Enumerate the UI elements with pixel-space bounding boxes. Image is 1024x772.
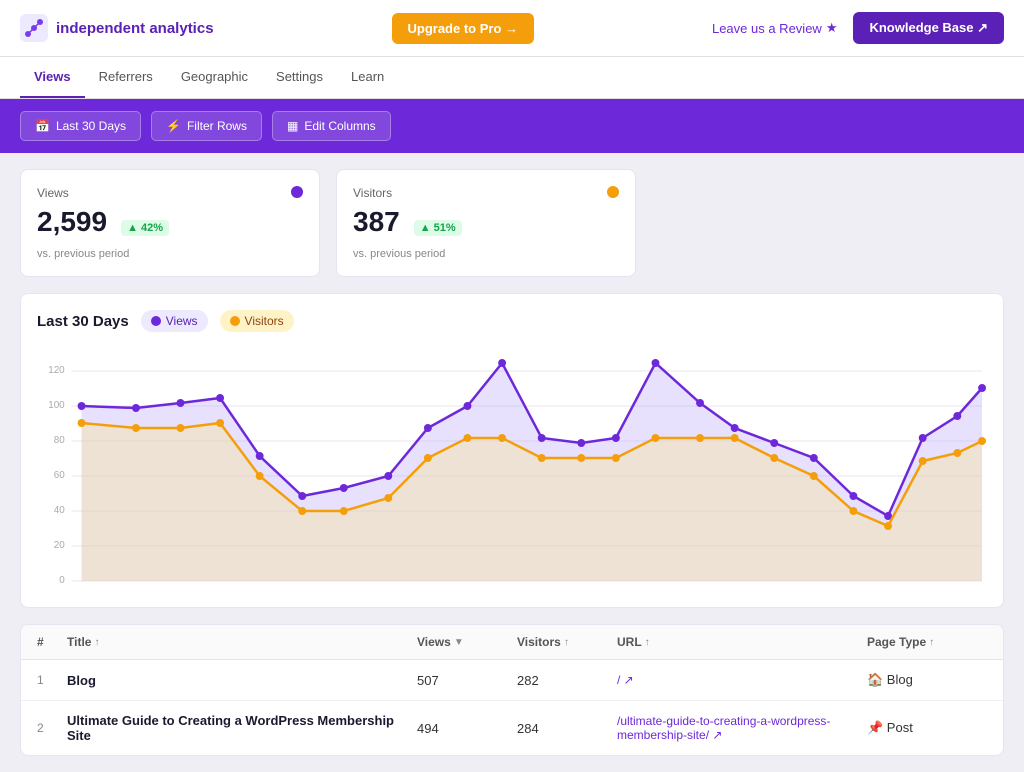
- th-page-type[interactable]: Page Type ↑: [867, 635, 987, 649]
- row-2-views: 494: [417, 721, 517, 736]
- stat-cards: Views 2,599 ▲ 42% vs. previous period Vi…: [20, 169, 1004, 277]
- legend-visitors-dot: [230, 316, 240, 326]
- views-sort-icon: ▼: [454, 637, 464, 648]
- main-nav: Views Referrers Geographic Settings Lear…: [0, 57, 1024, 99]
- filter-icon: ⚡: [166, 119, 181, 133]
- review-label: Leave us a Review: [712, 21, 822, 36]
- filter-rows-button[interactable]: ⚡ Filter Rows: [151, 111, 262, 141]
- th-num: #: [37, 635, 67, 649]
- chart-svg: 0 20 40 60 80 100 120: [37, 348, 987, 588]
- views-value-row: 2,599 ▲ 42%: [37, 206, 303, 242]
- svg-text:120: 120: [48, 365, 65, 376]
- data-table: # Title ↑ Views ▼ Visitors ↑ URL ↑ Page …: [20, 624, 1004, 756]
- svg-text:80: 80: [54, 435, 65, 446]
- th-page-type-label: Page Type: [867, 635, 926, 649]
- svg-text:100: 100: [48, 400, 65, 411]
- visitors-label: Visitors: [353, 186, 619, 200]
- chart-header: Last 30 Days Views Visitors: [37, 310, 987, 332]
- th-visitors[interactable]: Visitors ↑: [517, 635, 617, 649]
- header-right: Leave us a Review ★ Knowledge Base ↗: [712, 12, 1004, 44]
- review-link[interactable]: Leave us a Review ★: [712, 20, 838, 36]
- edit-columns-label: Edit Columns: [304, 119, 375, 133]
- views-change: ▲ 42%: [121, 220, 169, 236]
- row-1-num: 1: [37, 673, 67, 687]
- title-sort-icon: ↑: [94, 637, 99, 648]
- visitors-value-row: 387 ▲ 51%: [353, 206, 619, 242]
- svg-text:40: 40: [54, 505, 65, 516]
- page-type-sort-icon: ↑: [929, 637, 934, 648]
- chart-title: Last 30 Days: [37, 313, 129, 330]
- logo: independent analytics: [20, 14, 214, 42]
- row-1-page-type: 🏠 Blog: [867, 672, 987, 688]
- views-card: Views 2,599 ▲ 42% vs. previous period: [20, 169, 320, 277]
- date-range-button[interactable]: 📅 Last 30 Days: [20, 111, 141, 141]
- nav-item-settings[interactable]: Settings: [262, 57, 337, 98]
- visitors-change: ▲ 51%: [414, 220, 462, 236]
- visitors-period: vs. previous period: [353, 248, 619, 260]
- table-row: 1 Blog 507 282 / ↗ 🏠 Blog: [21, 660, 1003, 701]
- th-url[interactable]: URL ↑: [617, 635, 867, 649]
- th-url-label: URL: [617, 635, 642, 649]
- logo-icon: [20, 14, 48, 42]
- th-views[interactable]: Views ▼: [417, 635, 517, 649]
- legend-views-dot: [151, 316, 161, 326]
- row-2-page-type: 📌 Post: [867, 720, 987, 736]
- visitors-dot: [607, 186, 619, 198]
- edit-columns-button[interactable]: ▦ Edit Columns: [272, 111, 391, 141]
- main-content: Views 2,599 ▲ 42% vs. previous period Vi…: [0, 153, 1024, 772]
- th-title-label: Title: [67, 635, 91, 649]
- knowledge-base-button[interactable]: Knowledge Base ↗: [853, 12, 1004, 44]
- views-period: vs. previous period: [37, 248, 303, 260]
- chart-container: Last 30 Days Views Visitors 0 20 40 60 8…: [20, 293, 1004, 608]
- star-icon: ★: [826, 20, 838, 36]
- th-num-label: #: [37, 635, 44, 649]
- table-header: # Title ↑ Views ▼ Visitors ↑ URL ↑ Page …: [21, 625, 1003, 660]
- nav-item-geographic[interactable]: Geographic: [167, 57, 262, 98]
- legend-views-label: Views: [166, 314, 198, 328]
- row-1-title: Blog: [67, 673, 417, 688]
- url-sort-icon: ↑: [645, 637, 650, 648]
- filter-label: Filter Rows: [187, 119, 247, 133]
- toolbar: 📅 Last 30 Days ⚡ Filter Rows ▦ Edit Colu…: [0, 99, 1024, 153]
- views-label: Views: [37, 186, 303, 200]
- visitors-sort-icon: ↑: [564, 637, 569, 648]
- views-value: 2,599: [37, 206, 107, 238]
- calendar-icon: 📅: [35, 119, 50, 133]
- columns-icon: ▦: [287, 119, 298, 133]
- table-row: 2 Ultimate Guide to Creating a WordPress…: [21, 701, 1003, 755]
- th-title[interactable]: Title ↑: [67, 635, 417, 649]
- nav-item-views[interactable]: Views: [20, 57, 85, 98]
- views-dot: [291, 186, 303, 198]
- svg-text:20: 20: [54, 540, 65, 551]
- legend-views[interactable]: Views: [141, 310, 208, 332]
- header: independent analytics Upgrade to Pro → L…: [0, 0, 1024, 57]
- row-1-url[interactable]: / ↗: [617, 673, 867, 687]
- svg-text:0: 0: [59, 575, 65, 586]
- row-2-visitors: 284: [517, 721, 617, 736]
- visitors-card: Visitors 387 ▲ 51% vs. previous period: [336, 169, 636, 277]
- row-2-title: Ultimate Guide to Creating a WordPress M…: [67, 713, 417, 743]
- row-1-visitors: 282: [517, 673, 617, 688]
- svg-text:60: 60: [54, 470, 65, 481]
- logo-text: independent analytics: [56, 20, 214, 37]
- row-1-views: 507: [417, 673, 517, 688]
- legend-visitors-label: Visitors: [245, 314, 284, 328]
- visitors-value: 387: [353, 206, 400, 238]
- upgrade-button[interactable]: Upgrade to Pro →: [392, 13, 535, 44]
- date-range-label: Last 30 Days: [56, 119, 126, 133]
- row-2-num: 2: [37, 721, 67, 735]
- row-2-url[interactable]: /ultimate-guide-to-creating-a-wordpress-…: [617, 714, 867, 742]
- legend-visitors[interactable]: Visitors: [220, 310, 294, 332]
- th-views-label: Views: [417, 635, 451, 649]
- th-visitors-label: Visitors: [517, 635, 561, 649]
- nav-item-referrers[interactable]: Referrers: [85, 57, 167, 98]
- nav-item-learn[interactable]: Learn: [337, 57, 398, 98]
